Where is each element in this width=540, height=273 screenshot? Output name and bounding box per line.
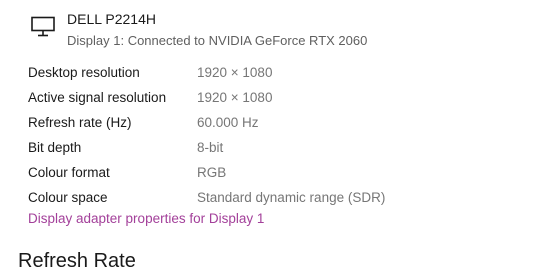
info-row-refresh-rate: Refresh rate (Hz) 60.000 Hz — [28, 110, 385, 135]
display-adapter-properties-link[interactable]: Display adapter properties for Display 1 — [28, 211, 264, 226]
refresh-rate-heading: Refresh Rate — [18, 250, 136, 272]
display-info-table: Desktop resolution 1920 × 1080 Active si… — [28, 60, 385, 210]
info-row-colour-format: Colour format RGB — [28, 160, 385, 185]
info-value: 1920 × 1080 — [197, 90, 273, 105]
info-row-colour-space: Colour space Standard dynamic range (SDR… — [28, 185, 385, 210]
info-row-bit-depth: Bit depth 8-bit — [28, 135, 385, 160]
display-name: DELL P2214H — [67, 11, 156, 27]
info-label: Refresh rate (Hz) — [28, 115, 132, 130]
info-label: Colour format — [28, 165, 110, 180]
monitor-icon — [31, 16, 55, 38]
info-value: RGB — [197, 165, 227, 180]
info-label: Bit depth — [28, 140, 82, 155]
info-value: 1920 × 1080 — [197, 65, 273, 80]
info-value: 60.000 Hz — [197, 115, 259, 130]
info-label: Colour space — [28, 190, 108, 205]
info-label: Active signal resolution — [28, 90, 167, 105]
info-value: 8-bit — [197, 140, 224, 155]
info-row-active-signal-resolution: Active signal resolution 1920 × 1080 — [28, 85, 385, 110]
display-subtitle: Display 1: Connected to NVIDIA GeForce R… — [67, 33, 368, 48]
info-value: Standard dynamic range (SDR) — [197, 190, 386, 205]
info-label: Desktop resolution — [28, 65, 140, 80]
info-row-desktop-resolution: Desktop resolution 1920 × 1080 — [28, 60, 385, 85]
